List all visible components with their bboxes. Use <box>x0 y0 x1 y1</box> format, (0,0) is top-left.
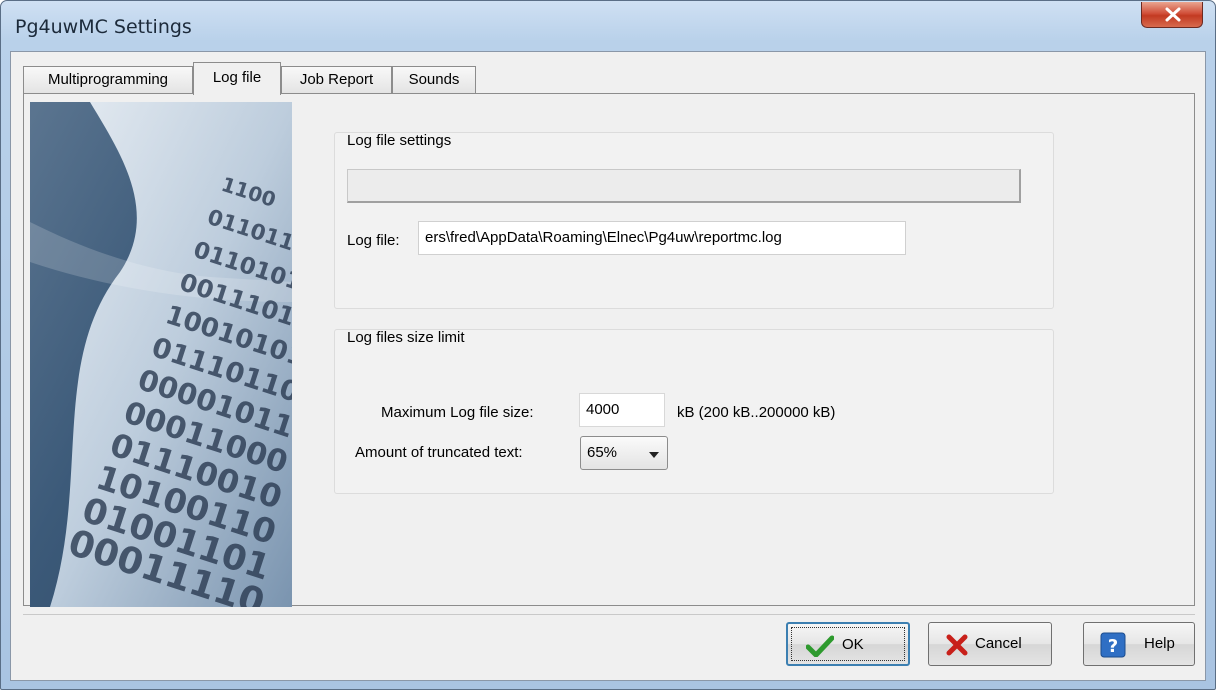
tab-sounds[interactable]: Sounds <box>392 66 476 94</box>
close-icon <box>1165 7 1181 22</box>
cancel-x-icon <box>946 634 968 656</box>
cancel-button[interactable]: Cancel <box>928 622 1052 666</box>
log-file-settings-group: Log file settings Log file: ers\fred\App… <box>334 132 1054 309</box>
truncated-amount-select[interactable]: 65% <box>580 436 668 470</box>
settings-window: Pg4uwMC Settings Multiprogramming Log fi… <box>0 0 1216 690</box>
window-title: Pg4uwMC Settings <box>15 16 192 38</box>
truncated-amount-value: 65% <box>587 444 618 461</box>
dialog-client-area: Multiprogramming Log file Job Report Sou… <box>10 51 1206 681</box>
log-file-path-input[interactable]: ers\fred\AppData\Roaming\Elnec\Pg4uw\rep… <box>418 221 906 255</box>
log-file-settings-title: Log file settings <box>347 132 452 149</box>
ok-button-label: OK <box>842 636 864 653</box>
footer-separator <box>23 614 1195 615</box>
help-question-icon: ? <box>1100 632 1126 658</box>
log-file-tab-page: 1100 011011 0110101 00111010 10010101 0111011… <box>23 93 1195 607</box>
tab-multiprogramming[interactable]: Multiprogramming <box>23 66 193 94</box>
log-file-label: Log file: <box>347 232 400 249</box>
close-button[interactable] <box>1141 2 1203 28</box>
log-status-bar <box>347 169 1021 203</box>
ok-button[interactable]: OK <box>786 622 910 666</box>
tab-log-file[interactable]: Log file <box>193 62 281 95</box>
max-log-size-input[interactable]: 4000 <box>579 393 665 427</box>
svg-text:?: ? <box>1108 636 1118 657</box>
help-button-label: Help <box>1144 635 1175 652</box>
max-log-size-unit: kB (200 kB..200000 kB) <box>677 404 836 421</box>
truncated-text-label: Amount of truncated text: <box>355 444 523 461</box>
help-button[interactable]: ? Help <box>1083 622 1195 666</box>
binary-decoration-image: 1100 011011 0110101 00111010 10010101 0111011… <box>30 102 292 607</box>
title-bar[interactable]: Pg4uwMC Settings <box>1 1 1215 51</box>
checkmark-icon <box>806 635 834 657</box>
chevron-down-icon <box>649 452 659 458</box>
log-size-limit-group: Log files size limit Maximum Log file si… <box>334 329 1054 494</box>
cancel-button-label: Cancel <box>975 635 1022 652</box>
max-log-size-label: Maximum Log file size: <box>381 404 534 421</box>
tab-job-report[interactable]: Job Report <box>281 66 392 94</box>
log-size-limit-title: Log files size limit <box>347 329 465 346</box>
